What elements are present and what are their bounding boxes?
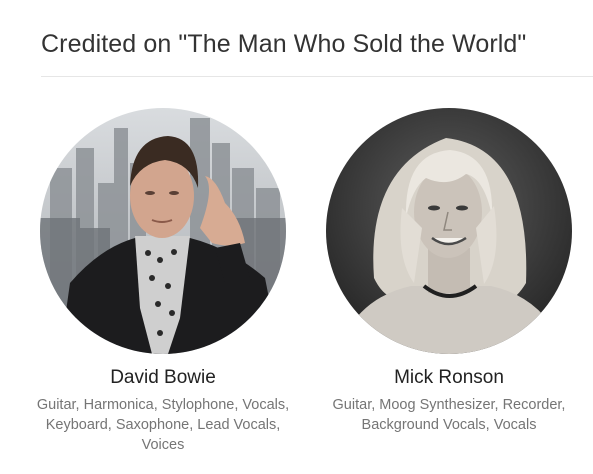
artist-name[interactable]: David Bowie	[40, 367, 286, 389]
credit-card-david-bowie[interactable]: David Bowie Guitar, Harmonica, Stylophon…	[37, 108, 289, 455]
artist-photo-icon	[40, 108, 286, 354]
credit-card-mick-ronson[interactable]: Mick Ronson Guitar, Moog Synthesizer, Re…	[326, 108, 572, 435]
section-divider	[41, 76, 593, 77]
artist-avatar[interactable]	[40, 108, 286, 354]
artist-roles: Guitar, Moog Synthesizer, Recorder, Back…	[332, 397, 566, 433]
artist-avatar[interactable]	[326, 108, 572, 354]
section-title: Credited on "The Man Who Sold the World"	[41, 30, 527, 58]
artist-photo-icon	[326, 108, 572, 354]
artist-name[interactable]: Mick Ronson	[326, 367, 572, 389]
artist-roles: Guitar, Harmonica, Stylophone, Vocals, K…	[36, 397, 290, 453]
